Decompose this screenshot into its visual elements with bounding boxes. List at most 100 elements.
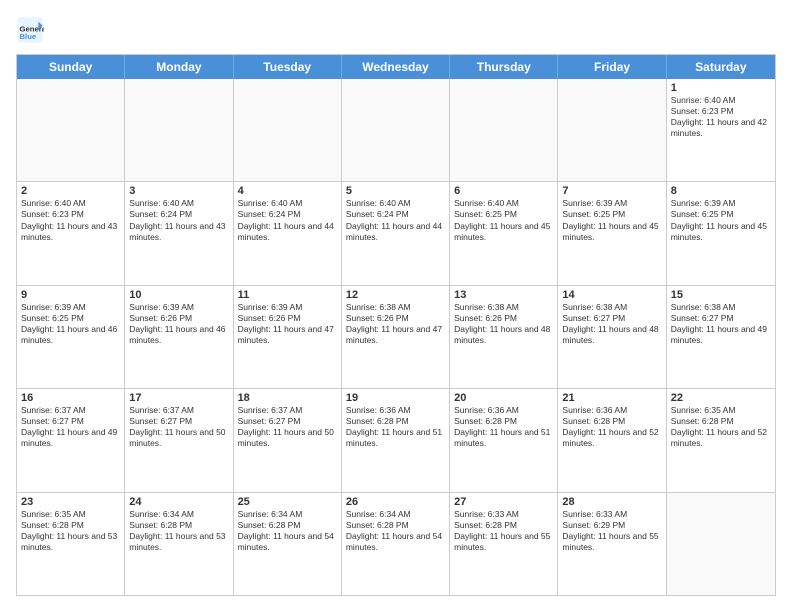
calendar-week-3: 9Sunrise: 6:39 AM Sunset: 6:25 PM Daylig…: [17, 286, 775, 389]
calendar-cell: 2Sunrise: 6:40 AM Sunset: 6:23 PM Daylig…: [17, 182, 125, 284]
day-number: 27: [454, 496, 553, 508]
header-cell-thursday: Thursday: [450, 55, 558, 79]
day-number: 20: [454, 392, 553, 404]
calendar-cell: 26Sunrise: 6:34 AM Sunset: 6:28 PM Dayli…: [342, 493, 450, 595]
calendar-cell: 12Sunrise: 6:38 AM Sunset: 6:26 PM Dayli…: [342, 286, 450, 388]
day-number: 10: [129, 289, 228, 301]
day-info: Sunrise: 6:40 AM Sunset: 6:25 PM Dayligh…: [454, 198, 553, 242]
calendar-cell: 15Sunrise: 6:38 AM Sunset: 6:27 PM Dayli…: [667, 286, 775, 388]
header-cell-monday: Monday: [125, 55, 233, 79]
day-number: 19: [346, 392, 445, 404]
calendar-cell: 11Sunrise: 6:39 AM Sunset: 6:26 PM Dayli…: [234, 286, 342, 388]
calendar-cell: 20Sunrise: 6:36 AM Sunset: 6:28 PM Dayli…: [450, 389, 558, 491]
day-info: Sunrise: 6:38 AM Sunset: 6:27 PM Dayligh…: [671, 302, 771, 346]
day-number: 17: [129, 392, 228, 404]
day-number: 6: [454, 185, 553, 197]
day-info: Sunrise: 6:35 AM Sunset: 6:28 PM Dayligh…: [671, 405, 771, 449]
day-info: Sunrise: 6:38 AM Sunset: 6:26 PM Dayligh…: [454, 302, 553, 346]
day-number: 18: [238, 392, 337, 404]
calendar-cell: 8Sunrise: 6:39 AM Sunset: 6:25 PM Daylig…: [667, 182, 775, 284]
day-info: Sunrise: 6:39 AM Sunset: 6:25 PM Dayligh…: [671, 198, 771, 242]
day-info: Sunrise: 6:38 AM Sunset: 6:27 PM Dayligh…: [562, 302, 661, 346]
day-number: 25: [238, 496, 337, 508]
day-info: Sunrise: 6:39 AM Sunset: 6:26 PM Dayligh…: [129, 302, 228, 346]
calendar-week-5: 23Sunrise: 6:35 AM Sunset: 6:28 PM Dayli…: [17, 493, 775, 595]
day-info: Sunrise: 6:40 AM Sunset: 6:24 PM Dayligh…: [346, 198, 445, 242]
header-cell-friday: Friday: [558, 55, 666, 79]
header-cell-tuesday: Tuesday: [234, 55, 342, 79]
day-number: 24: [129, 496, 228, 508]
calendar-cell: [234, 79, 342, 181]
calendar-cell: 10Sunrise: 6:39 AM Sunset: 6:26 PM Dayli…: [125, 286, 233, 388]
svg-text:Blue: Blue: [20, 32, 37, 41]
day-number: 7: [562, 185, 661, 197]
day-info: Sunrise: 6:35 AM Sunset: 6:28 PM Dayligh…: [21, 509, 120, 553]
day-info: Sunrise: 6:40 AM Sunset: 6:24 PM Dayligh…: [238, 198, 337, 242]
calendar-cell: 28Sunrise: 6:33 AM Sunset: 6:29 PM Dayli…: [558, 493, 666, 595]
day-number: 1: [671, 82, 771, 94]
day-number: 22: [671, 392, 771, 404]
day-info: Sunrise: 6:38 AM Sunset: 6:26 PM Dayligh…: [346, 302, 445, 346]
calendar: SundayMondayTuesdayWednesdayThursdayFrid…: [16, 54, 776, 596]
calendar-cell: [558, 79, 666, 181]
calendar-cell: 9Sunrise: 6:39 AM Sunset: 6:25 PM Daylig…: [17, 286, 125, 388]
day-info: Sunrise: 6:37 AM Sunset: 6:27 PM Dayligh…: [238, 405, 337, 449]
day-number: 4: [238, 185, 337, 197]
day-info: Sunrise: 6:37 AM Sunset: 6:27 PM Dayligh…: [129, 405, 228, 449]
day-info: Sunrise: 6:33 AM Sunset: 6:28 PM Dayligh…: [454, 509, 553, 553]
day-number: 5: [346, 185, 445, 197]
calendar-week-1: 1Sunrise: 6:40 AM Sunset: 6:23 PM Daylig…: [17, 79, 775, 182]
calendar-cell: 16Sunrise: 6:37 AM Sunset: 6:27 PM Dayli…: [17, 389, 125, 491]
day-number: 12: [346, 289, 445, 301]
day-info: Sunrise: 6:39 AM Sunset: 6:25 PM Dayligh…: [562, 198, 661, 242]
calendar-cell: [342, 79, 450, 181]
day-number: 16: [21, 392, 120, 404]
header-cell-wednesday: Wednesday: [342, 55, 450, 79]
day-info: Sunrise: 6:40 AM Sunset: 6:23 PM Dayligh…: [21, 198, 120, 242]
day-info: Sunrise: 6:37 AM Sunset: 6:27 PM Dayligh…: [21, 405, 120, 449]
day-number: 9: [21, 289, 120, 301]
calendar-cell: 23Sunrise: 6:35 AM Sunset: 6:28 PM Dayli…: [17, 493, 125, 595]
day-number: 3: [129, 185, 228, 197]
day-info: Sunrise: 6:34 AM Sunset: 6:28 PM Dayligh…: [346, 509, 445, 553]
day-number: 26: [346, 496, 445, 508]
calendar-cell: [667, 493, 775, 595]
calendar-week-2: 2Sunrise: 6:40 AM Sunset: 6:23 PM Daylig…: [17, 182, 775, 285]
calendar-cell: 22Sunrise: 6:35 AM Sunset: 6:28 PM Dayli…: [667, 389, 775, 491]
calendar-cell: 13Sunrise: 6:38 AM Sunset: 6:26 PM Dayli…: [450, 286, 558, 388]
day-info: Sunrise: 6:39 AM Sunset: 6:25 PM Dayligh…: [21, 302, 120, 346]
day-info: Sunrise: 6:40 AM Sunset: 6:23 PM Dayligh…: [671, 95, 771, 139]
calendar-cell: 19Sunrise: 6:36 AM Sunset: 6:28 PM Dayli…: [342, 389, 450, 491]
day-info: Sunrise: 6:36 AM Sunset: 6:28 PM Dayligh…: [346, 405, 445, 449]
header-cell-saturday: Saturday: [667, 55, 775, 79]
calendar-cell: [450, 79, 558, 181]
day-info: Sunrise: 6:39 AM Sunset: 6:26 PM Dayligh…: [238, 302, 337, 346]
day-info: Sunrise: 6:34 AM Sunset: 6:28 PM Dayligh…: [238, 509, 337, 553]
day-info: Sunrise: 6:40 AM Sunset: 6:24 PM Dayligh…: [129, 198, 228, 242]
calendar-cell: 4Sunrise: 6:40 AM Sunset: 6:24 PM Daylig…: [234, 182, 342, 284]
calendar-cell: 24Sunrise: 6:34 AM Sunset: 6:28 PM Dayli…: [125, 493, 233, 595]
calendar-cell: [17, 79, 125, 181]
day-number: 23: [21, 496, 120, 508]
calendar-cell: 17Sunrise: 6:37 AM Sunset: 6:27 PM Dayli…: [125, 389, 233, 491]
day-info: Sunrise: 6:34 AM Sunset: 6:28 PM Dayligh…: [129, 509, 228, 553]
day-number: 2: [21, 185, 120, 197]
page-header: General Blue: [16, 16, 776, 44]
calendar-header-row: SundayMondayTuesdayWednesdayThursdayFrid…: [17, 55, 775, 79]
day-number: 8: [671, 185, 771, 197]
day-number: 15: [671, 289, 771, 301]
logo-icon: General Blue: [16, 16, 44, 44]
calendar-cell: 25Sunrise: 6:34 AM Sunset: 6:28 PM Dayli…: [234, 493, 342, 595]
calendar-week-4: 16Sunrise: 6:37 AM Sunset: 6:27 PM Dayli…: [17, 389, 775, 492]
header-cell-sunday: Sunday: [17, 55, 125, 79]
calendar-cell: 7Sunrise: 6:39 AM Sunset: 6:25 PM Daylig…: [558, 182, 666, 284]
calendar-cell: 1Sunrise: 6:40 AM Sunset: 6:23 PM Daylig…: [667, 79, 775, 181]
day-number: 13: [454, 289, 553, 301]
day-number: 28: [562, 496, 661, 508]
day-info: Sunrise: 6:36 AM Sunset: 6:28 PM Dayligh…: [454, 405, 553, 449]
calendar-cell: 3Sunrise: 6:40 AM Sunset: 6:24 PM Daylig…: [125, 182, 233, 284]
day-info: Sunrise: 6:36 AM Sunset: 6:28 PM Dayligh…: [562, 405, 661, 449]
calendar-cell: 5Sunrise: 6:40 AM Sunset: 6:24 PM Daylig…: [342, 182, 450, 284]
day-number: 14: [562, 289, 661, 301]
day-info: Sunrise: 6:33 AM Sunset: 6:29 PM Dayligh…: [562, 509, 661, 553]
